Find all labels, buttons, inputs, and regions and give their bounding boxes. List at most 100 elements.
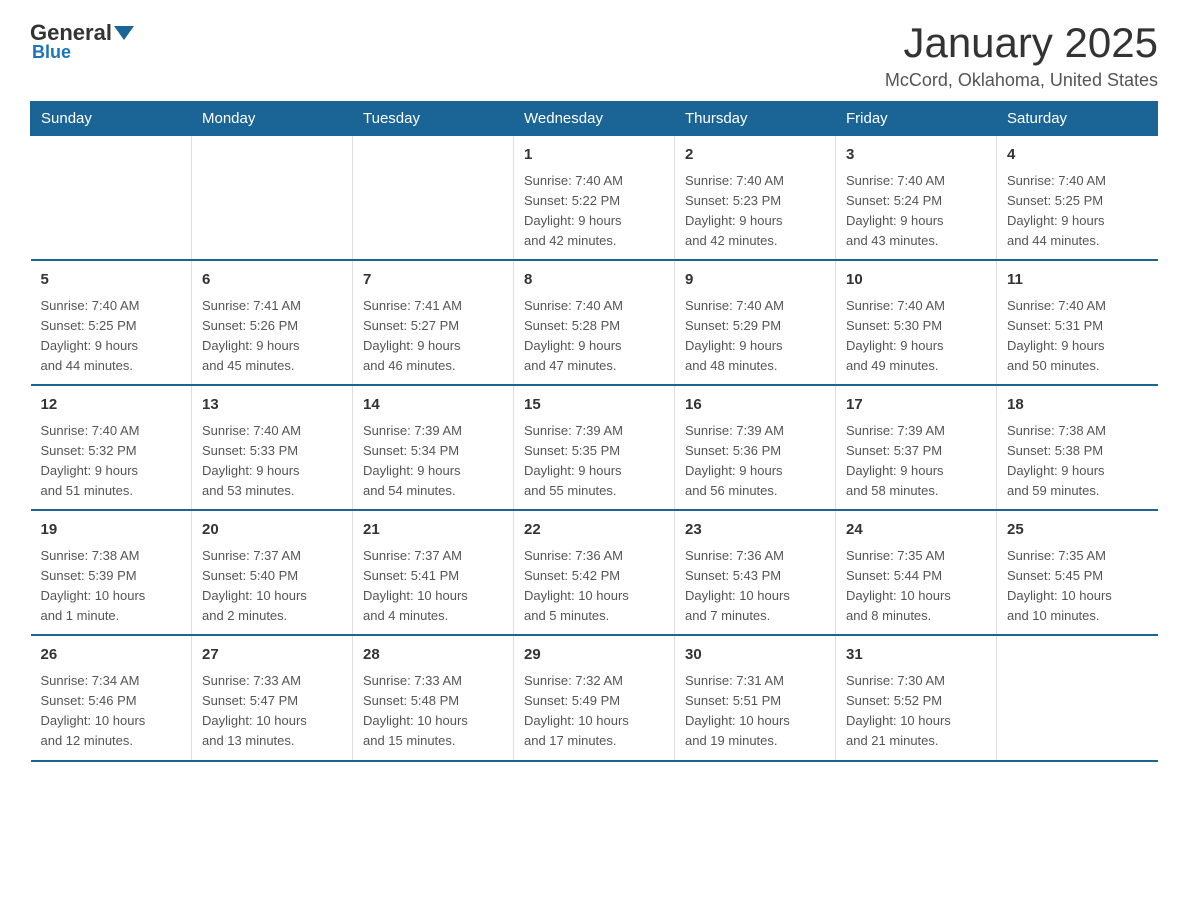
day-number: 20 [202,519,342,542]
calendar-cell: 17 Sunrise: 7:39 AM Sunset: 5:37 PM Dayli… [836,385,997,510]
calendar-cell: 6 Sunrise: 7:41 AM Sunset: 5:26 PM Daylig… [192,260,353,385]
day-number: 8 [524,269,664,292]
day-info: Sunrise: 7:39 AM Sunset: 5:35 PM Dayligh… [524,421,664,502]
day-info: Sunrise: 7:41 AM Sunset: 5:27 PM Dayligh… [363,296,503,377]
calendar-cell: 12Sunrise: 7:40 AM Sunset: 5:32 PM Dayli… [31,385,192,510]
day-info: Sunrise: 7:33 AM Sunset: 5:47 PM Dayligh… [202,671,342,752]
day-info: Sunrise: 7:31 AM Sunset: 5:51 PM Dayligh… [685,671,825,752]
calendar-cell: 31Sunrise: 7:30 AM Sunset: 5:52 PM Dayli… [836,635,997,760]
calendar-cell: 21 Sunrise: 7:37 AM Sunset: 5:41 PM Dayli… [353,510,514,635]
title-block: January 2025 McCord, Oklahoma, United St… [885,20,1158,91]
day-info: Sunrise: 7:38 AM Sunset: 5:39 PM Dayligh… [41,546,182,627]
calendar-cell: 23 Sunrise: 7:36 AM Sunset: 5:43 PM Dayli… [675,510,836,635]
day-number: 11 [1007,269,1148,292]
weekday-header-sunday: Sunday [31,102,192,136]
calendar-table: SundayMondayTuesdayWednesdayThursdayFrid… [30,101,1158,761]
calendar-cell: 3 Sunrise: 7:40 AM Sunset: 5:24 PM Daylig… [836,136,997,261]
calendar-week-row: 1Sunrise: 7:40 AM Sunset: 5:22 PM Daylig… [31,136,1158,261]
weekday-header-saturday: Saturday [997,102,1158,136]
day-info: Sunrise: 7:40 AM Sunset: 5:32 PM Dayligh… [41,421,182,502]
day-info: Sunrise: 7:40 AM Sunset: 5:30 PM Dayligh… [846,296,986,377]
calendar-cell: 5 Sunrise: 7:40 AM Sunset: 5:25 PM Daylig… [31,260,192,385]
day-number: 31 [846,644,986,667]
day-number: 24 [846,519,986,542]
day-info: Sunrise: 7:37 AM Sunset: 5:41 PM Dayligh… [363,546,503,627]
calendar-week-row: 26 Sunrise: 7:34 AM Sunset: 5:46 PM Dayli… [31,635,1158,760]
day-number: 28 [363,644,503,667]
calendar-cell: 28 Sunrise: 7:33 AM Sunset: 5:48 PM Dayli… [353,635,514,760]
day-number: 27 [202,644,342,667]
location-subtitle: McCord, Oklahoma, United States [885,70,1158,91]
day-number: 25 [1007,519,1148,542]
calendar-header: SundayMondayTuesdayWednesdayThursdayFrid… [31,102,1158,136]
calendar-cell [997,635,1158,760]
calendar-cell: 26 Sunrise: 7:34 AM Sunset: 5:46 PM Dayli… [31,635,192,760]
day-info: Sunrise: 7:41 AM Sunset: 5:26 PM Dayligh… [202,296,342,377]
day-number: 7 [363,269,503,292]
day-info: Sunrise: 7:39 AM Sunset: 5:37 PM Dayligh… [846,421,986,502]
weekday-header-row: SundayMondayTuesdayWednesdayThursdayFrid… [31,102,1158,136]
day-info: Sunrise: 7:40 AM Sunset: 5:31 PM Dayligh… [1007,296,1148,377]
day-info: Sunrise: 7:37 AM Sunset: 5:40 PM Dayligh… [202,546,342,627]
day-number: 18 [1007,394,1148,417]
day-info: Sunrise: 7:33 AM Sunset: 5:48 PM Dayligh… [363,671,503,752]
calendar-cell [353,136,514,261]
calendar-cell: 14Sunrise: 7:39 AM Sunset: 5:34 PM Dayli… [353,385,514,510]
day-info: Sunrise: 7:38 AM Sunset: 5:38 PM Dayligh… [1007,421,1148,502]
day-number: 22 [524,519,664,542]
calendar-cell [31,136,192,261]
calendar-cell: 19 Sunrise: 7:38 AM Sunset: 5:39 PM Dayli… [31,510,192,635]
day-info: Sunrise: 7:34 AM Sunset: 5:46 PM Dayligh… [41,671,182,752]
day-number: 5 [41,269,182,292]
weekday-header-wednesday: Wednesday [514,102,675,136]
day-number: 3 [846,144,986,167]
logo-arrow-icon [114,26,134,40]
day-info: Sunrise: 7:40 AM Sunset: 5:25 PM Dayligh… [41,296,182,377]
day-info: Sunrise: 7:40 AM Sunset: 5:24 PM Dayligh… [846,171,986,252]
calendar-cell: 8 Sunrise: 7:40 AM Sunset: 5:28 PM Daylig… [514,260,675,385]
day-number: 29 [524,644,664,667]
calendar-week-row: 12Sunrise: 7:40 AM Sunset: 5:32 PM Dayli… [31,385,1158,510]
day-number: 6 [202,269,342,292]
day-number: 30 [685,644,825,667]
day-number: 2 [685,144,825,167]
day-number: 19 [41,519,182,542]
logo: General Blue [30,20,136,63]
calendar-cell: 4Sunrise: 7:40 AM Sunset: 5:25 PM Daylig… [997,136,1158,261]
day-info: Sunrise: 7:40 AM Sunset: 5:28 PM Dayligh… [524,296,664,377]
day-number: 23 [685,519,825,542]
calendar-cell: 1Sunrise: 7:40 AM Sunset: 5:22 PM Daylig… [514,136,675,261]
calendar-week-row: 5 Sunrise: 7:40 AM Sunset: 5:25 PM Daylig… [31,260,1158,385]
calendar-cell: 27 Sunrise: 7:33 AM Sunset: 5:47 PM Dayli… [192,635,353,760]
day-info: Sunrise: 7:35 AM Sunset: 5:45 PM Dayligh… [1007,546,1148,627]
page-header: General Blue January 2025 McCord, Oklaho… [30,20,1158,91]
day-info: Sunrise: 7:35 AM Sunset: 5:44 PM Dayligh… [846,546,986,627]
calendar-cell: 2Sunrise: 7:40 AM Sunset: 5:23 PM Daylig… [675,136,836,261]
calendar-cell: 20 Sunrise: 7:37 AM Sunset: 5:40 PM Dayli… [192,510,353,635]
day-info: Sunrise: 7:36 AM Sunset: 5:42 PM Dayligh… [524,546,664,627]
calendar-cell: 25 Sunrise: 7:35 AM Sunset: 5:45 PM Dayli… [997,510,1158,635]
calendar-cell: 11 Sunrise: 7:40 AM Sunset: 5:31 PM Dayli… [997,260,1158,385]
day-number: 15 [524,394,664,417]
weekday-header-tuesday: Tuesday [353,102,514,136]
calendar-cell: 22 Sunrise: 7:36 AM Sunset: 5:42 PM Dayli… [514,510,675,635]
calendar-cell: 29Sunrise: 7:32 AM Sunset: 5:49 PM Dayli… [514,635,675,760]
day-info: Sunrise: 7:36 AM Sunset: 5:43 PM Dayligh… [685,546,825,627]
day-number: 10 [846,269,986,292]
day-info: Sunrise: 7:39 AM Sunset: 5:36 PM Dayligh… [685,421,825,502]
calendar-cell: 9Sunrise: 7:40 AM Sunset: 5:29 PM Daylig… [675,260,836,385]
weekday-header-monday: Monday [192,102,353,136]
day-info: Sunrise: 7:40 AM Sunset: 5:33 PM Dayligh… [202,421,342,502]
day-number: 13 [202,394,342,417]
day-info: Sunrise: 7:40 AM Sunset: 5:29 PM Dayligh… [685,296,825,377]
day-number: 17 [846,394,986,417]
day-number: 4 [1007,144,1148,167]
weekday-header-thursday: Thursday [675,102,836,136]
calendar-cell: 7 Sunrise: 7:41 AM Sunset: 5:27 PM Daylig… [353,260,514,385]
day-number: 21 [363,519,503,542]
main-title: January 2025 [885,20,1158,66]
calendar-cell: 24 Sunrise: 7:35 AM Sunset: 5:44 PM Dayli… [836,510,997,635]
calendar-week-row: 19 Sunrise: 7:38 AM Sunset: 5:39 PM Dayli… [31,510,1158,635]
day-number: 26 [41,644,182,667]
day-info: Sunrise: 7:40 AM Sunset: 5:22 PM Dayligh… [524,171,664,252]
